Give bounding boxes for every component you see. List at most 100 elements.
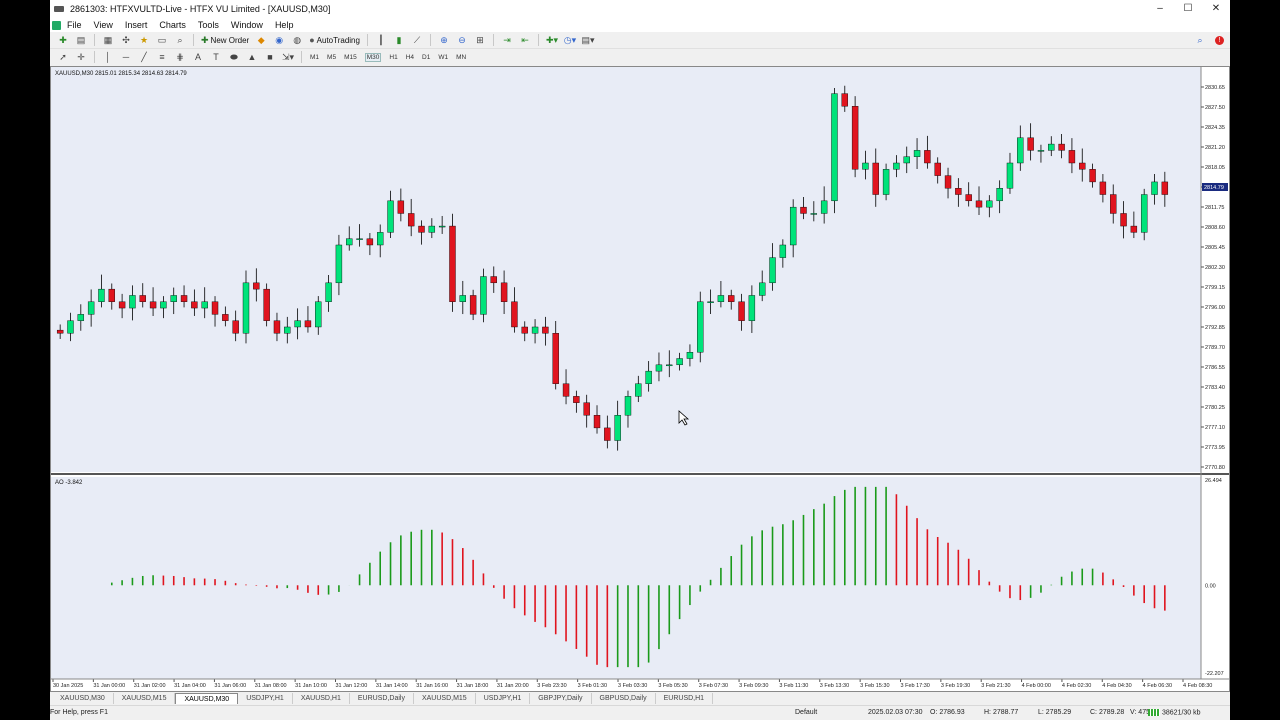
candle-body	[397, 200, 405, 214]
fibonacci-icon[interactable]: ⋕	[173, 51, 187, 63]
new-order-button[interactable]: ✚ New Order	[198, 34, 252, 47]
time-tick-label: 31 Jan 00:00	[93, 683, 125, 689]
timeframe-h1[interactable]: H1	[389, 54, 397, 61]
new-chart-icon[interactable]: ✚	[56, 34, 70, 46]
crosshair-icon[interactable]: ✛	[74, 51, 88, 63]
candle-body	[346, 238, 353, 246]
price-chart[interactable]: 2830.65 2827.50 2824.35 2821.20 2818.05 2814.…	[51, 67, 1229, 691]
chart-tab-active[interactable]: XAUUSD,M30	[175, 693, 239, 704]
ao-axis-label: 26.494	[1205, 478, 1222, 484]
candle-body	[1099, 181, 1107, 195]
market-watch-icon[interactable]: ▦	[101, 34, 115, 46]
candle-body	[841, 93, 848, 107]
timeframe-m1[interactable]: M1	[310, 54, 319, 61]
channel-icon[interactable]: ≡	[155, 51, 169, 63]
candle-body	[996, 188, 1003, 202]
timeframe-w1[interactable]: W1	[438, 54, 448, 61]
signals-icon[interactable]: ◉	[272, 34, 286, 46]
line-chart-icon[interactable]: ⟋	[410, 34, 424, 46]
minimize-button[interactable]: –	[1146, 0, 1174, 18]
menu-file[interactable]: File	[67, 20, 82, 30]
candlestick-icon[interactable]: ▮	[392, 34, 406, 46]
terminal-icon[interactable]: ▭	[155, 34, 169, 46]
templates-icon[interactable]: ▤▾	[581, 34, 595, 46]
chart-tab[interactable]: USDJPY,H1	[476, 693, 531, 704]
timeframe-m5[interactable]: M5	[327, 54, 336, 61]
cursor-icon[interactable]: ➚	[56, 51, 70, 63]
vertical-line-icon[interactable]: │	[101, 51, 115, 63]
window-title: 2861303: HTFXVULTD-Live - HTFX VU Limite…	[70, 4, 331, 14]
profiles-icon[interactable]: ▤	[74, 34, 88, 46]
menu-tools[interactable]: Tools	[198, 20, 219, 30]
candle-body	[1130, 225, 1138, 233]
chart-tab[interactable]: GBPUSD,Daily	[592, 693, 656, 704]
menu-help[interactable]: Help	[275, 20, 294, 30]
market-icon[interactable]: ◍	[290, 34, 304, 46]
zoom-in-icon[interactable]: ⊕	[437, 34, 451, 46]
navigator-icon[interactable]: ★	[137, 34, 151, 46]
trendline-icon[interactable]: ╱	[137, 51, 151, 63]
chart-shift-icon[interactable]: ⇥	[500, 34, 514, 46]
chart-tab[interactable]: EURUSD,H1	[656, 693, 714, 704]
text-label-icon[interactable]: T	[209, 51, 223, 63]
timeframe-m30[interactable]: M30	[364, 52, 382, 62]
autotrading-button[interactable]: ● AutoTrading	[306, 34, 363, 47]
data-window-icon[interactable]: ✣	[119, 34, 133, 46]
chart-window[interactable]: 2830.65 2827.50 2824.35 2821.20 2818.05 2814.…	[50, 66, 1230, 692]
chart-tab[interactable]: XAUUSD,M30	[52, 693, 114, 704]
menu-view[interactable]: View	[94, 20, 113, 30]
strategy-tester-icon[interactable]: ⌕	[173, 34, 187, 46]
timeframe-h4[interactable]: H4	[406, 54, 414, 61]
indicators-icon[interactable]: ✚▾	[545, 34, 559, 46]
candle-body	[1006, 162, 1014, 189]
candle-body	[480, 276, 487, 315]
candle-body	[1151, 181, 1158, 195]
chart-tab[interactable]: XAUUSD,M15	[414, 693, 476, 704]
candle-body	[965, 194, 972, 202]
candle-body	[645, 370, 652, 384]
ao-axis: 26.494 0.00 -22.207	[1205, 478, 1224, 677]
maximize-button[interactable]: ☐	[1174, 0, 1202, 18]
price-tick-label: 2808.60	[1205, 225, 1225, 231]
search-icon[interactable]: ⌕	[1193, 34, 1207, 46]
menu-charts[interactable]: Charts	[159, 20, 186, 30]
close-button[interactable]: ✕	[1202, 0, 1230, 18]
price-tick-label: 2830.65	[1205, 85, 1225, 91]
metaeditor-icon[interactable]: ◆	[254, 34, 268, 46]
candle-body	[1048, 143, 1055, 151]
candle-body	[1110, 194, 1117, 214]
triangle-icon[interactable]: ▲	[245, 51, 259, 63]
tile-windows-icon[interactable]: ⊞	[473, 34, 487, 46]
chart-tab[interactable]: XAUUSD,M15	[114, 693, 176, 704]
autoscroll-icon[interactable]: ⇤	[518, 34, 532, 46]
menu-window[interactable]: Window	[231, 20, 263, 30]
new-order-label: New Order	[210, 35, 250, 45]
chart-tab[interactable]: USDJPY,H1	[238, 693, 293, 704]
status-help: For Help, press F1	[50, 709, 108, 716]
horizontal-line-icon[interactable]: ─	[119, 51, 133, 63]
rectangle-icon[interactable]: ■	[263, 51, 277, 63]
arrows-icon[interactable]: ⇲▾	[281, 51, 295, 63]
text-icon[interactable]: A	[191, 51, 205, 63]
timeframe-mn[interactable]: MN	[456, 54, 466, 61]
periods-icon[interactable]: ◷▾	[563, 34, 577, 46]
zoom-out-icon[interactable]: ⊖	[455, 34, 469, 46]
bar-chart-icon[interactable]: ┃	[374, 34, 388, 46]
status-profile[interactable]: Default	[795, 709, 817, 716]
menu-insert[interactable]: Insert	[125, 20, 148, 30]
status-datetime: 2025.02.03 07:30	[868, 709, 923, 716]
ao-axis-label: -22.207	[1205, 671, 1224, 677]
candle-body	[438, 225, 446, 228]
chart-tab[interactable]: XAUUSD,H1	[293, 693, 350, 704]
notification-icon[interactable]: !	[1215, 35, 1224, 45]
timeframe-d1[interactable]: D1	[422, 54, 430, 61]
indicator-plot-area[interactable]	[51, 477, 1201, 679]
chart-tab[interactable]: EURUSD,Daily	[350, 693, 414, 704]
chart-tab[interactable]: GBPJPY,Daily	[530, 693, 592, 704]
ellipse-icon[interactable]: ⬬	[227, 51, 241, 63]
candle-body	[758, 282, 766, 296]
connection-icon	[1148, 709, 1160, 716]
candle-body	[789, 206, 797, 246]
candle-body	[614, 415, 621, 441]
timeframe-m15[interactable]: M15	[344, 54, 357, 61]
